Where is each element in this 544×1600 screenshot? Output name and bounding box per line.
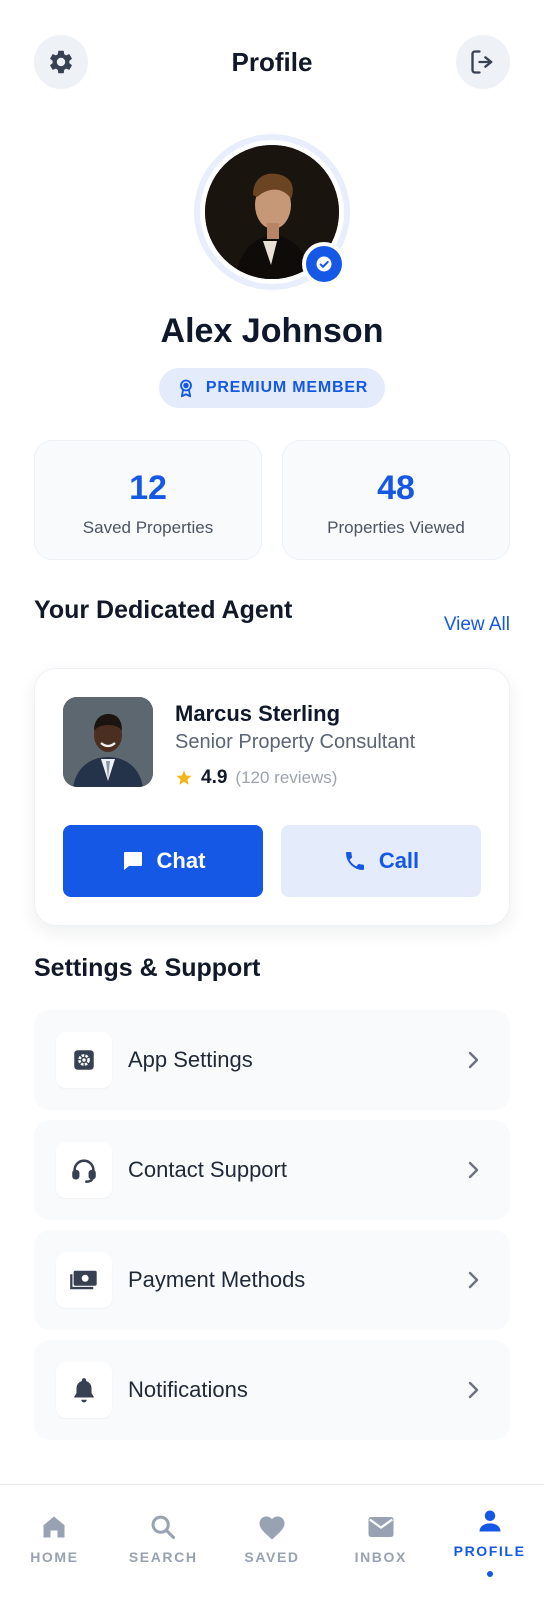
- chevron-right-icon: [468, 1271, 479, 1289]
- phone-icon: [345, 852, 364, 870]
- nav-label: SAVED: [244, 1549, 300, 1565]
- rating-score: 4.9: [201, 767, 228, 788]
- menu-label: Payment Methods: [128, 1267, 306, 1292]
- menu-label: App Settings: [128, 1047, 253, 1072]
- menu-item-notifications[interactable]: Notifications: [34, 1340, 510, 1440]
- call-button[interactable]: Call: [281, 825, 481, 897]
- nav-item-inbox[interactable]: INBOX: [326, 1485, 435, 1600]
- review-count: (120 reviews): [235, 768, 338, 787]
- profile-avatar[interactable]: [194, 134, 350, 290]
- agent-photo: [63, 697, 153, 787]
- person-icon: [479, 1510, 501, 1532]
- active-indicator: [486, 1571, 493, 1577]
- award-icon: [179, 379, 192, 398]
- nav-label: INBOX: [354, 1549, 407, 1565]
- logout-button[interactable]: [455, 35, 510, 89]
- money-icon: [70, 1270, 97, 1290]
- menu-label: Contact Support: [128, 1157, 287, 1182]
- nav-label: SEARCH: [128, 1549, 198, 1565]
- chat-button[interactable]: Chat: [63, 825, 263, 897]
- settings-icon: [74, 1050, 94, 1070]
- agent-card: Marcus Sterling Senior Property Consulta…: [34, 668, 510, 926]
- bottom-nav: HOME SEARCH SAVED INBOX PROFILE: [0, 1484, 544, 1600]
- stat-value: 12: [129, 469, 167, 507]
- nav-item-saved[interactable]: SAVED: [218, 1485, 327, 1600]
- agent-name: Marcus Sterling: [175, 701, 341, 726]
- menu-item-app-settings[interactable]: App Settings: [34, 1010, 510, 1110]
- heart-icon: [259, 1516, 285, 1540]
- gear-icon: [50, 50, 72, 74]
- star-icon: [176, 770, 192, 785]
- chevron-right-icon: [468, 1381, 479, 1399]
- view-all-link[interactable]: View All: [444, 614, 510, 636]
- mail-icon: [368, 1517, 394, 1537]
- stat-value: 48: [377, 469, 415, 507]
- membership-label: PREMIUM MEMBER: [205, 379, 369, 396]
- page-title: Profile: [231, 46, 313, 77]
- chevron-right-icon: [468, 1051, 479, 1069]
- header: Profile: [34, 34, 510, 90]
- nav-item-search[interactable]: SEARCH: [109, 1485, 218, 1600]
- verified-check-icon: [316, 256, 332, 272]
- home-icon: [43, 1516, 65, 1538]
- headset-icon: [72, 1159, 96, 1183]
- stat-properties-viewed[interactable]: 48 Properties Viewed: [282, 440, 510, 560]
- stat-saved-properties[interactable]: 12 Saved Properties: [34, 440, 262, 560]
- stat-label: Saved Properties: [82, 518, 214, 537]
- nav-item-profile[interactable]: PROFILE: [435, 1485, 544, 1600]
- agent-role: Senior Property Consultant: [175, 731, 416, 753]
- chat-label: Chat: [156, 848, 206, 873]
- settings-button[interactable]: [34, 35, 88, 89]
- chevron-right-icon: [468, 1161, 479, 1179]
- chat-icon: [123, 852, 142, 870]
- menu-item-payment-methods[interactable]: Payment Methods: [34, 1230, 510, 1330]
- agent-rating: 4.9 (120 reviews): [175, 767, 337, 789]
- bell-icon: [74, 1378, 94, 1403]
- membership-badge: PREMIUM MEMBER: [159, 368, 385, 408]
- nav-item-home[interactable]: HOME: [0, 1485, 109, 1600]
- agent-section-title: Your Dedicated Agent: [34, 596, 293, 624]
- logout-icon: [471, 50, 493, 74]
- verified-badge: [302, 242, 346, 286]
- search-icon: [151, 1515, 176, 1540]
- menu-label: Notifications: [128, 1377, 248, 1402]
- user-name: Alex Johnson: [160, 312, 384, 350]
- nav-label: HOME: [30, 1549, 79, 1565]
- settings-section-title: Settings & Support: [34, 954, 261, 982]
- nav-label: PROFILE: [453, 1543, 526, 1559]
- menu-item-contact-support[interactable]: Contact Support: [34, 1120, 510, 1220]
- stat-label: Properties Viewed: [327, 518, 465, 537]
- call-label: Call: [378, 848, 420, 873]
